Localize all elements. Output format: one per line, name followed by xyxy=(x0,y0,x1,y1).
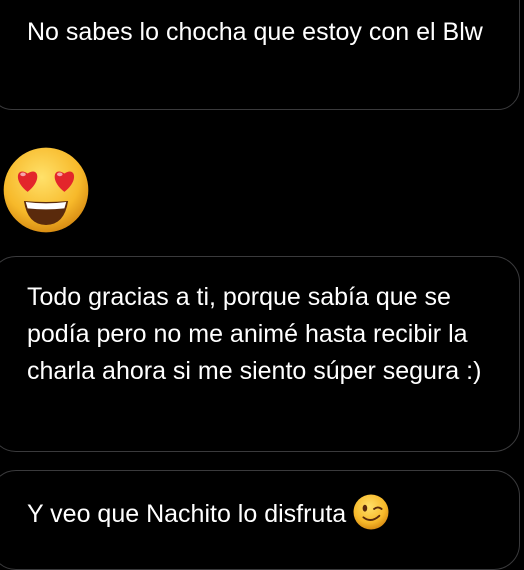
message-bubble[interactable]: No sabes lo chocha que estoy con el Blw xyxy=(0,0,520,110)
message-text: No sabes lo chocha que estoy con el Blw xyxy=(27,18,483,46)
message-bubble[interactable]: Todo gracias a ti, porque sabía que se p… xyxy=(0,256,520,452)
chat-thread: No sabes lo chocha que estoy con el Blw … xyxy=(0,0,524,570)
winking-face-icon xyxy=(353,494,389,530)
message-bubble[interactable]: Y veo que Nachito lo disfruta xyxy=(0,470,520,570)
message-text: Todo gracias a ti, porque sabía que se p… xyxy=(27,283,482,385)
message-text: Y veo que Nachito lo disfruta xyxy=(27,494,499,533)
heart-eyes-emoji-icon[interactable] xyxy=(0,144,92,236)
